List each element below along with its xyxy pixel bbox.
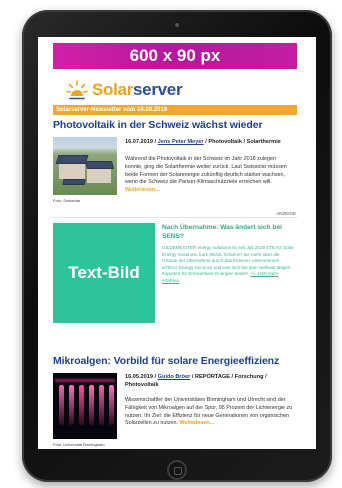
article1-body: Während die Photovoltaik in der Schweiz … [125,156,293,195]
logo-wordmark: Solarserver [92,80,183,100]
article1-photo[interactable] [53,137,117,195]
article1-meta: 16.07.2019 / Jens Peter Meyer / Photovol… [125,138,295,146]
solarserver-logo[interactable]: Solarserver [66,79,183,101]
logo-word-server: server [133,80,183,99]
article2-photo[interactable] [53,373,117,439]
article2-read-more-link[interactable]: Weiterlesen... [180,420,215,426]
article2-meta: 16.05.2019 / Guido Bröer / REPORTAGE / F… [125,373,295,389]
article2-headline[interactable]: Mikroalgen: Vorbild für solare Energieef… [53,355,279,367]
advert-label: ANZEIGE [276,211,296,216]
logo-word-solar: Solar [92,80,134,99]
newsletter-date-bar: Solarserver-Newsletter vom 24.09.2019 [53,105,297,115]
newsletter-screen: 600 x 90 px Solarserver Solarserver-News… [38,37,316,449]
article1-category[interactable]: / Photovoltaik / Solarthermie [205,139,281,145]
advert-body: GILDEMEISTER energy solutions ist seit J… [162,245,296,285]
home-button[interactable] [167,460,187,480]
sun-icon [66,80,88,100]
ad-banner-placeholder[interactable]: 600 x 90 px [53,43,297,69]
camera-icon [175,23,179,27]
article2-photo-caption: Foto: Universität Birmingham [53,442,105,447]
advert-title[interactable]: Nach Übernahme: Was ändert sich bei SENS… [162,224,296,241]
article1-photo-caption: Foto: Swissolar [53,198,81,203]
article2-date: 16.05.2019 / [125,374,157,380]
advert-divider [53,217,297,218]
article1-date: 16.07.2019 / [125,139,157,145]
article1-read-more-link[interactable]: Weiterlesen... [125,187,160,193]
article1-body-text: Während die Photovoltaik in der Schweiz … [125,156,287,186]
advert-image[interactable]: Text-Bild [53,223,155,323]
article2-author-link[interactable]: Guido Bröer [158,374,191,380]
article2-body: Wissenschaftler der Universitäten Birmin… [125,397,293,428]
article1-author-link[interactable]: Jens Peter Meyer [158,139,204,145]
tablet-device: 600 x 90 px Solarserver Solarserver-News… [22,10,332,482]
article1-headline[interactable]: Photovoltaik in der Schweiz wächst wiede… [53,119,263,131]
